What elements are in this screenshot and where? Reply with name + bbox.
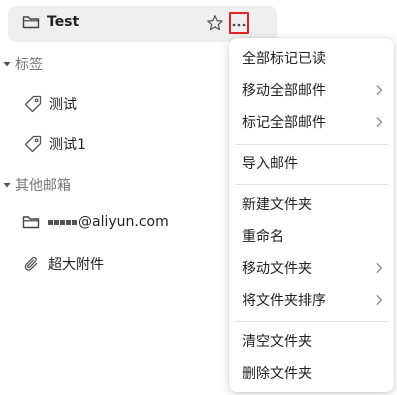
menu-item-import-mail[interactable]: 导入邮件 [229, 147, 394, 179]
mailbox-item-aliyun-label: @aliyun.com [78, 214, 169, 230]
masked-username [48, 219, 77, 225]
menu-item-label: 将文件夹排序 [242, 293, 326, 309]
menu-divider [235, 321, 388, 322]
paperclip-icon [24, 255, 40, 273]
menu-item-label: 新建文件夹 [242, 197, 312, 213]
tag-item-1-label: 测试 [49, 97, 77, 113]
tag-icon [24, 135, 42, 153]
chevron-right-icon [375, 262, 383, 278]
menu-item-label: 删除文件夹 [242, 366, 312, 382]
menu-item-sort-folders[interactable]: 将文件夹排序 [229, 284, 394, 316]
folder-icon [22, 14, 40, 30]
menu-item-label: 清空文件夹 [242, 334, 312, 350]
menu-item-mark-all-mail[interactable]: 标记全部邮件 [229, 106, 394, 138]
more-options-button[interactable] [229, 12, 249, 34]
menu-item-label: 重命名 [242, 229, 284, 245]
tag-item-1[interactable]: 测试 [24, 94, 77, 114]
chevron-right-icon [375, 294, 383, 310]
menu-divider [235, 144, 388, 145]
more-icon [232, 17, 246, 29]
menu-item-empty-folder[interactable]: 清空文件夹 [229, 325, 394, 357]
chevron-right-icon [375, 116, 383, 132]
menu-item-rename[interactable]: 重命名 [229, 220, 394, 252]
menu-item-label: 移动全部邮件 [242, 83, 326, 99]
menu-item-label: 全部标记已读 [242, 51, 326, 67]
tag-item-2[interactable]: 测试1 [24, 134, 86, 154]
folder-item-test-label: Test [47, 14, 80, 30]
tag-item-2-label: 测试1 [49, 137, 86, 153]
mailbox-item-aliyun[interactable]: @aliyun.com [22, 214, 169, 230]
tags-section-header[interactable]: 标签 [3, 54, 43, 74]
folder-context-menu: 全部标记已读 移动全部邮件 标记全部邮件 导入邮件 新建文件夹 重命名 移动文件… [229, 38, 394, 392]
mailbox-item-large-attachments[interactable]: 超大附件 [24, 254, 104, 274]
tags-section-label: 标签 [15, 57, 43, 73]
tag-icon [24, 95, 42, 113]
other-mailboxes-section-header[interactable]: 其他邮箱 [3, 175, 71, 195]
menu-item-delete-folder[interactable]: 删除文件夹 [229, 357, 394, 389]
menu-item-label: 导入邮件 [242, 156, 298, 172]
chevron-right-icon [375, 84, 383, 100]
caret-down-icon [3, 181, 11, 189]
star-icon[interactable] [206, 14, 224, 32]
folder-item-test-content: Test [22, 14, 79, 30]
menu-item-new-folder[interactable]: 新建文件夹 [229, 188, 394, 220]
mailbox-item-large-attachments-label: 超大附件 [48, 257, 104, 273]
menu-item-label: 移动文件夹 [242, 261, 312, 277]
menu-item-label: 标记全部邮件 [242, 115, 326, 131]
menu-item-move-folder[interactable]: 移动文件夹 [229, 252, 394, 284]
other-mailboxes-section-label: 其他邮箱 [15, 178, 71, 194]
menu-divider [235, 184, 388, 185]
folder-icon [22, 214, 40, 230]
menu-item-mark-all-read[interactable]: 全部标记已读 [229, 42, 394, 74]
caret-down-icon [3, 60, 11, 68]
menu-item-move-all-mail[interactable]: 移动全部邮件 [229, 74, 394, 106]
